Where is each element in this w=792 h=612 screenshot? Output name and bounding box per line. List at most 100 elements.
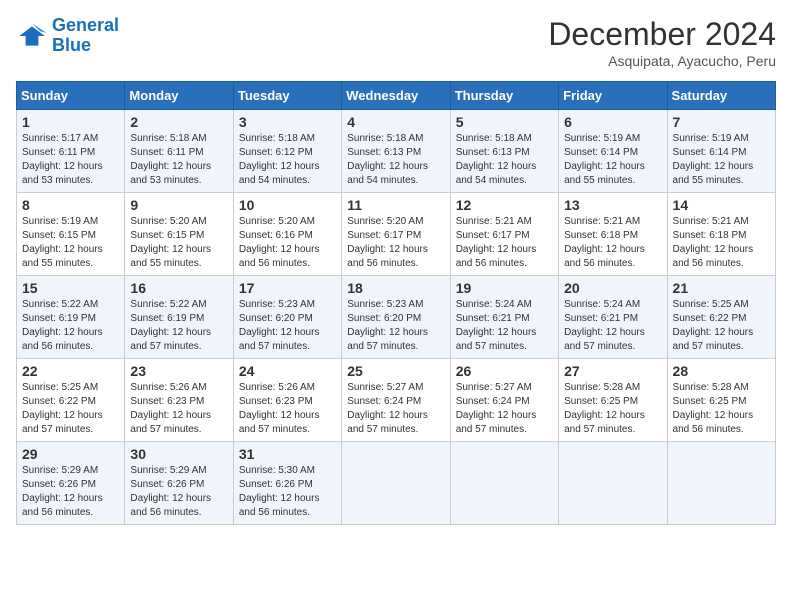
day-info: Sunrise: 5:24 AMSunset: 6:21 PMDaylight:… <box>564 298 661 354</box>
calendar-week-1: 1 Sunrise: 5:17 AMSunset: 6:11 PMDayligh… <box>17 110 776 193</box>
day-number: 28 <box>673 363 770 379</box>
logo-text: General Blue <box>52 16 119 56</box>
day-number: 6 <box>564 114 661 130</box>
day-number: 2 <box>130 114 227 130</box>
day-number: 29 <box>22 446 119 462</box>
day-number: 9 <box>130 197 227 213</box>
day-number: 19 <box>456 280 553 296</box>
day-info: Sunrise: 5:18 AMSunset: 6:12 PMDaylight:… <box>239 132 336 188</box>
weekday-header-thursday: Thursday <box>450 82 558 110</box>
calendar-cell: 21 Sunrise: 5:25 AMSunset: 6:22 PMDaylig… <box>667 276 775 359</box>
calendar-table: SundayMondayTuesdayWednesdayThursdayFrid… <box>16 81 776 525</box>
day-info: Sunrise: 5:27 AMSunset: 6:24 PMDaylight:… <box>456 381 553 437</box>
day-number: 13 <box>564 197 661 213</box>
day-number: 11 <box>347 197 444 213</box>
calendar-cell: 2 Sunrise: 5:18 AMSunset: 6:11 PMDayligh… <box>125 110 233 193</box>
calendar-week-3: 15 Sunrise: 5:22 AMSunset: 6:19 PMDaylig… <box>17 276 776 359</box>
day-number: 31 <box>239 446 336 462</box>
calendar-cell: 9 Sunrise: 5:20 AMSunset: 6:15 PMDayligh… <box>125 193 233 276</box>
calendar-cell: 29 Sunrise: 5:29 AMSunset: 6:26 PMDaylig… <box>17 442 125 525</box>
calendar-cell: 27 Sunrise: 5:28 AMSunset: 6:25 PMDaylig… <box>559 359 667 442</box>
weekday-header-saturday: Saturday <box>667 82 775 110</box>
day-info: Sunrise: 5:18 AMSunset: 6:13 PMDaylight:… <box>347 132 444 188</box>
month-title: December 2024 <box>548 16 776 53</box>
day-info: Sunrise: 5:21 AMSunset: 6:18 PMDaylight:… <box>564 215 661 271</box>
calendar-cell: 1 Sunrise: 5:17 AMSunset: 6:11 PMDayligh… <box>17 110 125 193</box>
calendar-cell <box>667 442 775 525</box>
calendar-cell <box>342 442 450 525</box>
calendar-cell: 16 Sunrise: 5:22 AMSunset: 6:19 PMDaylig… <box>125 276 233 359</box>
day-number: 14 <box>673 197 770 213</box>
day-info: Sunrise: 5:18 AMSunset: 6:11 PMDaylight:… <box>130 132 227 188</box>
calendar-cell: 8 Sunrise: 5:19 AMSunset: 6:15 PMDayligh… <box>17 193 125 276</box>
weekday-header-wednesday: Wednesday <box>342 82 450 110</box>
day-info: Sunrise: 5:19 AMSunset: 6:14 PMDaylight:… <box>564 132 661 188</box>
weekday-header-monday: Monday <box>125 82 233 110</box>
day-info: Sunrise: 5:22 AMSunset: 6:19 PMDaylight:… <box>130 298 227 354</box>
calendar-cell: 15 Sunrise: 5:22 AMSunset: 6:19 PMDaylig… <box>17 276 125 359</box>
calendar-cell: 11 Sunrise: 5:20 AMSunset: 6:17 PMDaylig… <box>342 193 450 276</box>
day-number: 30 <box>130 446 227 462</box>
day-info: Sunrise: 5:22 AMSunset: 6:19 PMDaylight:… <box>22 298 119 354</box>
logo: General Blue <box>16 16 119 56</box>
page-header: General Blue December 2024 Asquipata, Ay… <box>16 16 776 69</box>
calendar-cell: 26 Sunrise: 5:27 AMSunset: 6:24 PMDaylig… <box>450 359 558 442</box>
calendar-cell: 22 Sunrise: 5:25 AMSunset: 6:22 PMDaylig… <box>17 359 125 442</box>
calendar-cell <box>450 442 558 525</box>
calendar-cell: 14 Sunrise: 5:21 AMSunset: 6:18 PMDaylig… <box>667 193 775 276</box>
day-info: Sunrise: 5:26 AMSunset: 6:23 PMDaylight:… <box>239 381 336 437</box>
day-info: Sunrise: 5:29 AMSunset: 6:26 PMDaylight:… <box>130 464 227 520</box>
calendar-cell: 17 Sunrise: 5:23 AMSunset: 6:20 PMDaylig… <box>233 276 341 359</box>
calendar-cell: 4 Sunrise: 5:18 AMSunset: 6:13 PMDayligh… <box>342 110 450 193</box>
day-info: Sunrise: 5:29 AMSunset: 6:26 PMDaylight:… <box>22 464 119 520</box>
location-subtitle: Asquipata, Ayacucho, Peru <box>548 53 776 69</box>
calendar-cell: 5 Sunrise: 5:18 AMSunset: 6:13 PMDayligh… <box>450 110 558 193</box>
calendar-week-4: 22 Sunrise: 5:25 AMSunset: 6:22 PMDaylig… <box>17 359 776 442</box>
calendar-cell <box>559 442 667 525</box>
day-info: Sunrise: 5:19 AMSunset: 6:15 PMDaylight:… <box>22 215 119 271</box>
calendar-week-5: 29 Sunrise: 5:29 AMSunset: 6:26 PMDaylig… <box>17 442 776 525</box>
calendar-cell: 18 Sunrise: 5:23 AMSunset: 6:20 PMDaylig… <box>342 276 450 359</box>
day-number: 4 <box>347 114 444 130</box>
calendar-cell: 28 Sunrise: 5:28 AMSunset: 6:25 PMDaylig… <box>667 359 775 442</box>
day-info: Sunrise: 5:24 AMSunset: 6:21 PMDaylight:… <box>456 298 553 354</box>
calendar-cell: 10 Sunrise: 5:20 AMSunset: 6:16 PMDaylig… <box>233 193 341 276</box>
day-number: 26 <box>456 363 553 379</box>
day-info: Sunrise: 5:20 AMSunset: 6:16 PMDaylight:… <box>239 215 336 271</box>
day-info: Sunrise: 5:21 AMSunset: 6:17 PMDaylight:… <box>456 215 553 271</box>
day-number: 25 <box>347 363 444 379</box>
day-info: Sunrise: 5:23 AMSunset: 6:20 PMDaylight:… <box>239 298 336 354</box>
calendar-cell: 7 Sunrise: 5:19 AMSunset: 6:14 PMDayligh… <box>667 110 775 193</box>
calendar-cell: 6 Sunrise: 5:19 AMSunset: 6:14 PMDayligh… <box>559 110 667 193</box>
day-info: Sunrise: 5:27 AMSunset: 6:24 PMDaylight:… <box>347 381 444 437</box>
calendar-week-2: 8 Sunrise: 5:19 AMSunset: 6:15 PMDayligh… <box>17 193 776 276</box>
day-info: Sunrise: 5:26 AMSunset: 6:23 PMDaylight:… <box>130 381 227 437</box>
day-number: 15 <box>22 280 119 296</box>
day-number: 18 <box>347 280 444 296</box>
weekday-header-sunday: Sunday <box>17 82 125 110</box>
day-info: Sunrise: 5:19 AMSunset: 6:14 PMDaylight:… <box>673 132 770 188</box>
day-info: Sunrise: 5:18 AMSunset: 6:13 PMDaylight:… <box>456 132 553 188</box>
calendar-cell: 23 Sunrise: 5:26 AMSunset: 6:23 PMDaylig… <box>125 359 233 442</box>
calendar-cell: 20 Sunrise: 5:24 AMSunset: 6:21 PMDaylig… <box>559 276 667 359</box>
logo-icon <box>16 20 48 52</box>
calendar-header: SundayMondayTuesdayWednesdayThursdayFrid… <box>17 82 776 110</box>
calendar-cell: 24 Sunrise: 5:26 AMSunset: 6:23 PMDaylig… <box>233 359 341 442</box>
day-number: 12 <box>456 197 553 213</box>
day-number: 8 <box>22 197 119 213</box>
day-info: Sunrise: 5:28 AMSunset: 6:25 PMDaylight:… <box>673 381 770 437</box>
day-number: 3 <box>239 114 336 130</box>
calendar-cell: 12 Sunrise: 5:21 AMSunset: 6:17 PMDaylig… <box>450 193 558 276</box>
weekday-header-tuesday: Tuesday <box>233 82 341 110</box>
day-number: 23 <box>130 363 227 379</box>
day-number: 27 <box>564 363 661 379</box>
calendar-cell: 13 Sunrise: 5:21 AMSunset: 6:18 PMDaylig… <box>559 193 667 276</box>
day-number: 7 <box>673 114 770 130</box>
day-info: Sunrise: 5:20 AMSunset: 6:15 PMDaylight:… <box>130 215 227 271</box>
day-info: Sunrise: 5:23 AMSunset: 6:20 PMDaylight:… <box>347 298 444 354</box>
calendar-cell: 25 Sunrise: 5:27 AMSunset: 6:24 PMDaylig… <box>342 359 450 442</box>
calendar-cell: 31 Sunrise: 5:30 AMSunset: 6:26 PMDaylig… <box>233 442 341 525</box>
calendar-cell: 30 Sunrise: 5:29 AMSunset: 6:26 PMDaylig… <box>125 442 233 525</box>
day-number: 24 <box>239 363 336 379</box>
day-number: 20 <box>564 280 661 296</box>
